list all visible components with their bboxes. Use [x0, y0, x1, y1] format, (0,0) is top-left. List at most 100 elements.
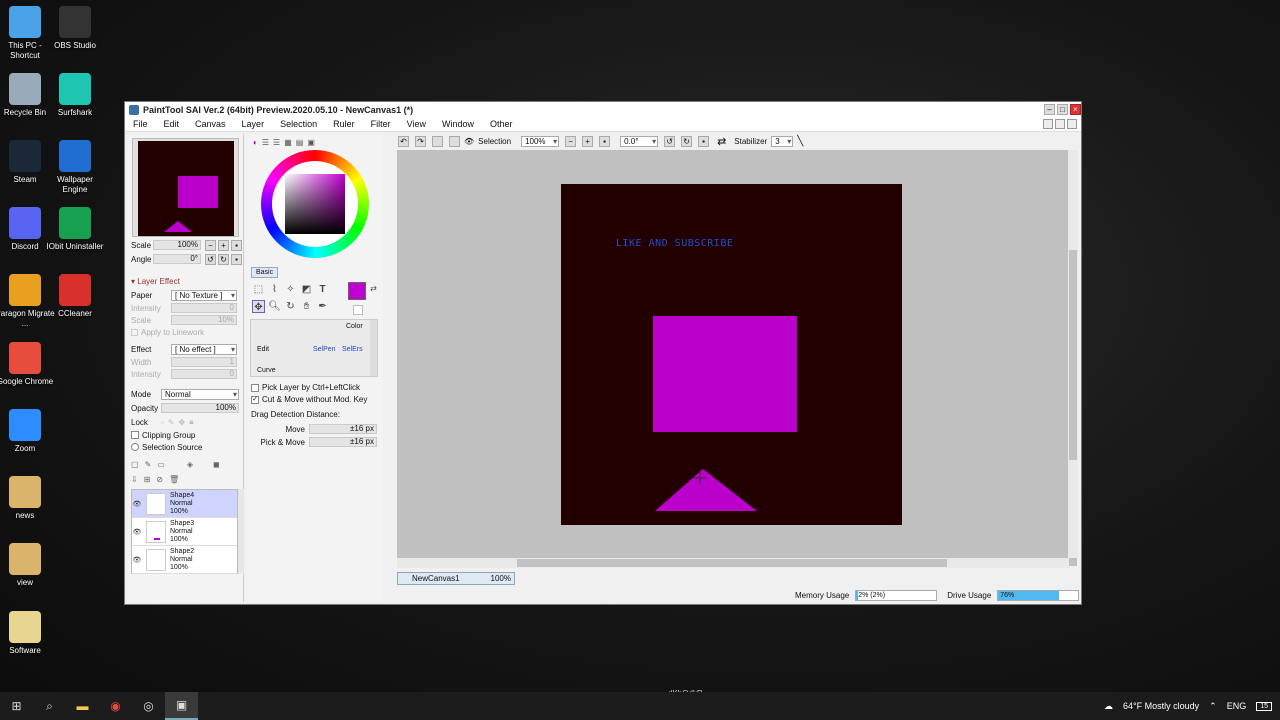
toolbar-rotate-left-button[interactable]: ↺	[664, 136, 676, 147]
desktop-icon-ccleaner[interactable]: CCleaner	[45, 274, 105, 319]
swap-colors-icon[interactable]: ⇄	[367, 282, 380, 295]
rgb-slider-tab-icon[interactable]: ☰	[262, 138, 269, 147]
desktop-icon-software[interactable]: Software	[0, 611, 55, 656]
layer-effect-header[interactable]: ▾ Layer Effect	[131, 275, 180, 287]
foreground-color-swatch[interactable]	[348, 282, 366, 300]
canvas-vertical-scrollbar[interactable]	[1068, 150, 1078, 558]
tab-newcanvas1[interactable]: NewCanvas1 100%	[397, 572, 515, 585]
invert-selection-button[interactable]	[449, 136, 460, 147]
layer-item-shape4[interactable]: 👁︎ Shape4 Normal 100%	[132, 490, 237, 518]
weather-icon[interactable]: ☁	[1104, 701, 1113, 712]
scale-slider[interactable]: 100%	[153, 240, 201, 250]
deselect-button[interactable]	[432, 136, 443, 147]
new-folder-icon[interactable]: ▭	[157, 460, 165, 469]
menu-ruler[interactable]: Ruler	[333, 119, 355, 129]
layer-item-shape3[interactable]: 👁︎ Shape3 Normal 100%	[132, 518, 237, 546]
width-slider[interactable]: 1	[171, 357, 237, 367]
color-wheel[interactable]	[261, 150, 369, 258]
zoom-select[interactable]: 100%	[521, 136, 560, 147]
menu-file[interactable]: File	[133, 119, 148, 129]
cut-move-option[interactable]: ✓ Cut & Move without Mod. Key	[251, 395, 367, 404]
blend-mode-select[interactable]: Normal	[161, 388, 239, 400]
mixer-tab-icon[interactable]: ▣	[307, 138, 315, 147]
language-indicator[interactable]: ENG	[1227, 701, 1247, 711]
menu-window[interactable]: Window	[442, 119, 474, 129]
paper-select[interactable]: [ No Texture ]	[171, 289, 237, 301]
stabilizer-select[interactable]: 3	[771, 136, 794, 147]
lasso-icon[interactable]: ⌇	[268, 283, 281, 296]
effect-select[interactable]: [ No effect ]	[171, 343, 237, 355]
menu-edit[interactable]: Edit	[164, 119, 180, 129]
angle-slider[interactable]: 0°	[153, 254, 201, 264]
weather-text[interactable]: 64°F Mostly cloudy	[1123, 701, 1199, 711]
basic-tab[interactable]: Basic	[251, 267, 279, 278]
canvas-magenta-triangle[interactable]	[655, 469, 757, 511]
opacity-slider[interactable]: 100%	[161, 403, 239, 413]
redo-button[interactable]: ↷	[415, 136, 426, 147]
swatches-tab-icon[interactable]: ▦	[284, 138, 292, 147]
menu-canvas[interactable]: Canvas	[195, 119, 226, 129]
menu-layer[interactable]: Layer	[242, 119, 265, 129]
magic-wand-icon[interactable]: ✧	[284, 283, 297, 296]
minimize-button[interactable]: –	[1044, 104, 1055, 115]
selection-source-row[interactable]: Selection Source	[131, 441, 202, 453]
start-button[interactable]: ⊞	[0, 692, 33, 720]
lock-transparency-icon[interactable]: ▫	[161, 418, 164, 427]
eyedropper-icon[interactable]: ✒	[316, 300, 329, 313]
clipping-group-row[interactable]: Clipping Group	[131, 429, 195, 441]
text-tool-icon[interactable]: T	[316, 283, 329, 296]
tool-edit[interactable]: Edit	[257, 346, 269, 353]
tool-color[interactable]: Color	[346, 323, 363, 330]
mdi-minimize-button[interactable]	[1043, 119, 1053, 129]
close-button[interactable]: ×	[1070, 104, 1081, 115]
zoom-tool-icon[interactable]: 🔍︎	[268, 300, 281, 313]
intensity-slider[interactable]: 0	[171, 303, 237, 313]
pick-layer-option[interactable]: Pick Layer by Ctrl+LeftClick	[251, 383, 360, 392]
tool-selpen[interactable]: SelPen	[313, 346, 336, 353]
new-layer-icon[interactable]: ▢	[131, 460, 139, 469]
visibility-eye-icon[interactable]: 👁︎	[132, 528, 142, 536]
new-linework-layer-icon[interactable]: ✎	[145, 460, 152, 469]
selection-visibility-icon[interactable]: 👁︎	[464, 137, 474, 146]
rotate-tool-icon[interactable]: ↻	[284, 300, 297, 313]
effect-intensity-slider[interactable]: 0	[171, 369, 237, 379]
desktop-icon-news[interactable]: news	[0, 476, 55, 521]
menu-selection[interactable]: Selection	[280, 119, 317, 129]
sai-taskbar-icon[interactable]: ▣	[165, 692, 198, 720]
merge-down-icon[interactable]: ⊞	[144, 475, 151, 484]
file-explorer-icon[interactable]: ▬	[66, 692, 99, 720]
lock-move-icon[interactable]: ✥	[179, 418, 186, 427]
tool-selers[interactable]: SelErs	[342, 346, 363, 353]
menu-view[interactable]: View	[407, 119, 426, 129]
maximize-button[interactable]: □	[1057, 104, 1068, 115]
menu-filter[interactable]: Filter	[371, 119, 391, 129]
texture-scale-slider[interactable]: 10%	[171, 315, 237, 325]
desktop-icon-obs-studio[interactable]: OBS Studio	[45, 6, 105, 51]
title-bar[interactable]: PaintTool SAI Ver.2 (64bit) Preview.2020…	[125, 102, 1081, 117]
toolbar-zoom-in-button[interactable]: +	[582, 136, 594, 147]
rotate-right-button[interactable]: ↻	[218, 253, 229, 265]
angle-select[interactable]: 0.0°	[620, 136, 659, 147]
desktop-icon-iobit-uninstaller[interactable]: IObit Uninstaller	[45, 207, 105, 252]
tool-grid-scrollbar[interactable]	[370, 320, 377, 376]
canvas-viewport[interactable]: LIKE AND SUBSCRIBE	[397, 150, 1077, 566]
menu-other[interactable]: Other	[490, 119, 513, 129]
rect-select-icon[interactable]: ⬚	[252, 283, 265, 296]
hsv-slider-tab-icon[interactable]: ☰	[273, 138, 280, 147]
rotate-reset-button[interactable]: ▪	[231, 253, 242, 265]
visibility-eye-icon[interactable]: 👁︎	[132, 500, 142, 508]
line-tool-icon[interactable]: ╲	[797, 136, 803, 147]
navigator-preview[interactable]	[132, 138, 239, 237]
layer-list-scrollbar[interactable]	[238, 489, 244, 574]
notification-icon[interactable]: 15	[1256, 701, 1272, 711]
toolbar-rotate-reset-button[interactable]: ▪	[698, 136, 710, 147]
desktop-icon-wallpaper-engine[interactable]: Wallpaper Engine	[45, 140, 105, 195]
drawing-canvas[interactable]: LIKE AND SUBSCRIBE	[561, 184, 902, 525]
toolbar-rotate-right-button[interactable]: ↻	[681, 136, 693, 147]
layer-mask-icon[interactable]: ◈	[187, 460, 193, 469]
desktop-icon-google-chrome[interactable]: Google Chrome	[0, 342, 55, 387]
canvas-horizontal-scrollbar[interactable]	[397, 558, 1069, 568]
layer-item-shape2[interactable]: 👁︎ Shape2 Normal 100%	[132, 546, 237, 574]
zoom-out-button[interactable]: −	[205, 239, 216, 251]
layer-settings-icon[interactable]: ◼	[213, 460, 220, 469]
